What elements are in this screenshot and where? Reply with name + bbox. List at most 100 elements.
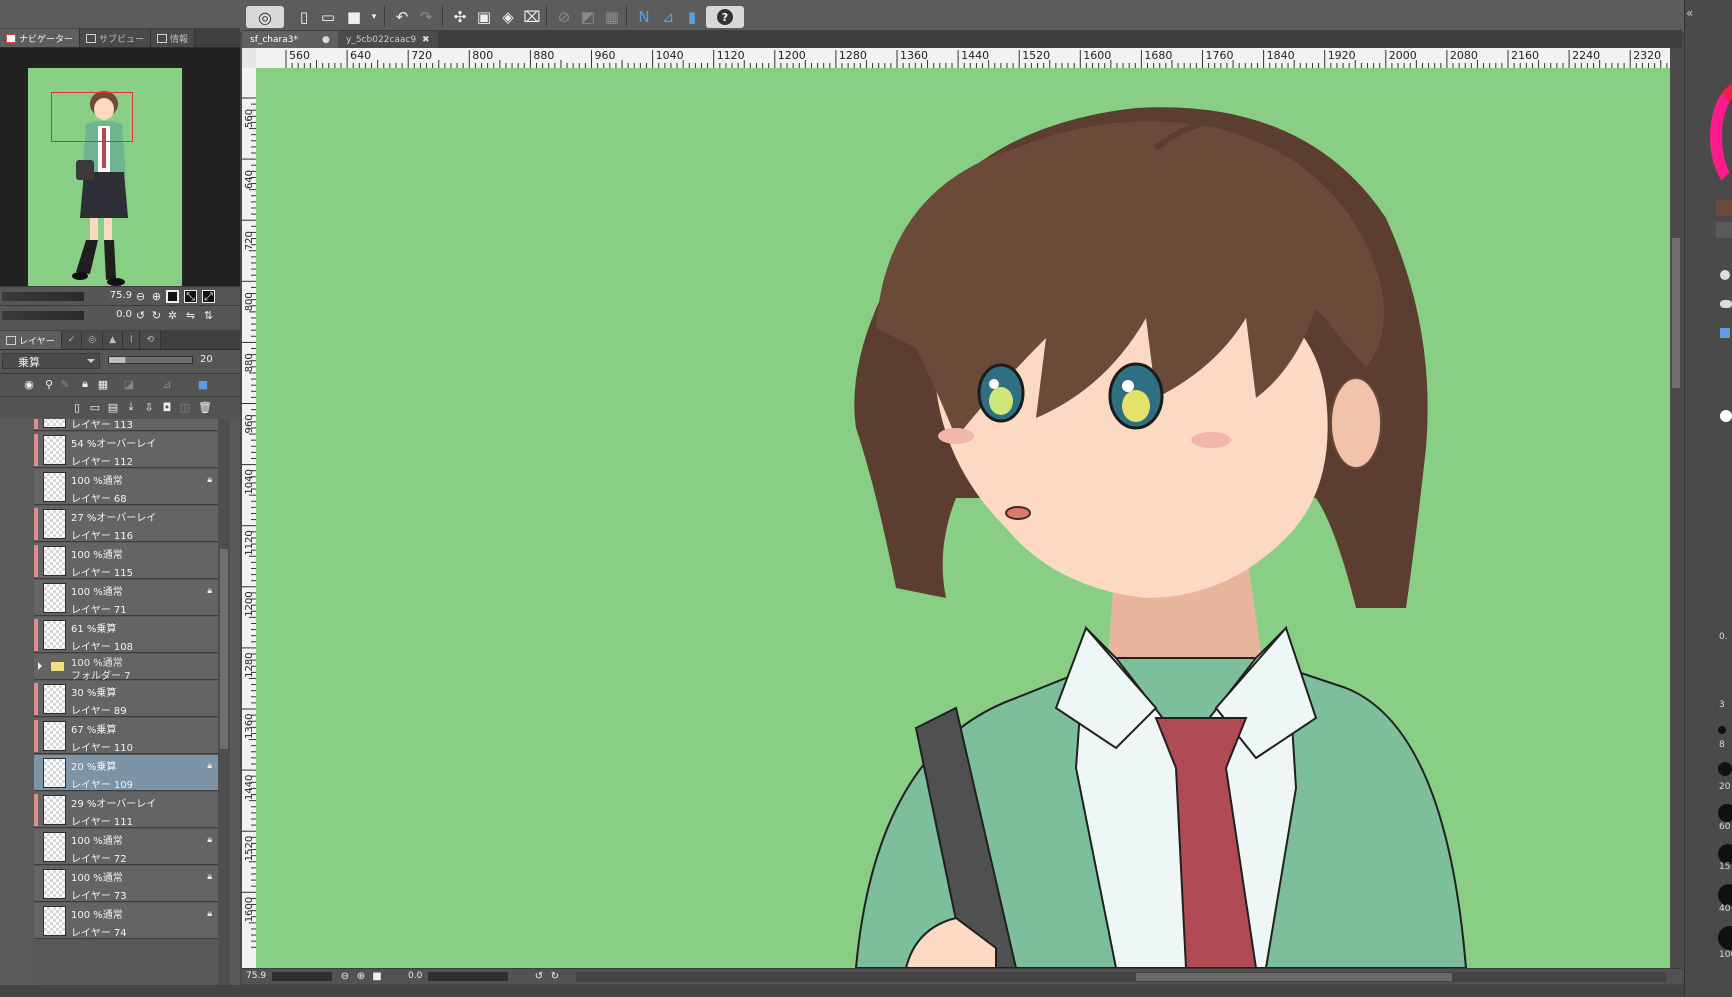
brush-size-label[interactable]: 100 [1719, 950, 1732, 960]
reset-rotate-icon[interactable]: ✲ [166, 309, 179, 322]
brush-size-label[interactable]: 8 [1719, 740, 1725, 750]
status-zoom-out-icon[interactable]: ⊖ [338, 969, 352, 983]
snap-special-ruler-icon[interactable]: ⊿ [656, 5, 680, 28]
folder-expand-icon[interactable] [38, 662, 46, 670]
rotate-slider[interactable] [2, 311, 84, 320]
tab-history[interactable]: ⟲ [140, 331, 162, 349]
tab-tool-property[interactable]: ◎ [82, 331, 104, 349]
grid-icon[interactable]: ▦ [600, 5, 624, 28]
layer-row[interactable]: 54 %オーバーレイ レイヤー 112 [34, 432, 218, 468]
layer-color-icon[interactable]: ■ [196, 377, 210, 391]
layer-row[interactable]: 30 %乗算 レイヤー 89 [34, 681, 218, 717]
layer-lock-icon[interactable]: 🔒︎ [207, 835, 212, 845]
rotate-right-icon[interactable]: ↻ [150, 309, 163, 322]
layer-row[interactable]: 27 %オーバーレイ レイヤー 116 [34, 506, 218, 542]
ruler-show-icon[interactable]: ⊘ [552, 5, 576, 28]
status-zoom-in-icon[interactable]: ⊕ [354, 969, 368, 983]
mask-icon[interactable]: ◪ [122, 377, 136, 391]
layer-row[interactable]: 100 %通常 レイヤー 68 🔒︎ [34, 469, 218, 505]
layer-lock-icon[interactable]: 🔒︎ [207, 586, 212, 596]
drawing-canvas[interactable] [256, 68, 1670, 968]
layer-row[interactable]: 67 %乗算 レイヤー 110 [34, 718, 218, 754]
brush-size-dot[interactable] [1718, 804, 1732, 822]
layer-list-scrollbar[interactable] [218, 419, 230, 997]
draft-layer-icon[interactable]: ✎ [58, 377, 72, 391]
navigator-view-frame[interactable] [51, 92, 133, 142]
transform-icon[interactable]: ⌧ [520, 5, 544, 28]
ruler-layer-icon[interactable]: ⊿ [160, 377, 174, 391]
fill-selection-icon[interactable]: ▣ [472, 5, 496, 28]
transfer-down-icon[interactable]: ⤓ [124, 400, 138, 414]
reference-layer-icon[interactable]: ⚲ [42, 377, 56, 391]
opacity-slider[interactable] [108, 356, 193, 364]
brush-size-label[interactable]: 20 [1719, 782, 1730, 792]
close-icon[interactable]: ✖ [422, 35, 430, 45]
bucket-fill-icon[interactable]: ◈ [496, 5, 520, 28]
merge-down-icon[interactable]: ⇩ [142, 400, 156, 414]
tab-modified-icon[interactable]: ● [322, 35, 330, 45]
pen-tool-icon[interactable] [1720, 328, 1730, 338]
redo-icon[interactable]: ↷ [414, 5, 438, 28]
new-vector-layer-icon[interactable]: ▭ [88, 400, 102, 414]
delete-layer-icon[interactable]: 🗑︎ [198, 400, 212, 414]
tab-document-sf-chara3[interactable]: sf_chara3* ● [242, 31, 338, 48]
rotate-left-icon[interactable]: ↺ [134, 309, 147, 322]
brush-preview-icon[interactable] [1720, 410, 1732, 422]
tab-info[interactable]: 情報 [151, 29, 196, 47]
blend-mode-select[interactable]: 乗算 [2, 353, 100, 369]
create-mask-icon[interactable]: ◘ [160, 400, 174, 414]
clear-icon[interactable]: ✣ [448, 5, 472, 28]
save-dropdown-icon[interactable]: ▾ [362, 5, 386, 28]
brush-size-label[interactable]: 15 [1719, 862, 1730, 872]
snap-grid-icon[interactable]: ▮ [680, 5, 704, 28]
open-file-icon[interactable]: ▭ [316, 5, 340, 28]
apply-mask-icon[interactable]: ◫ [178, 400, 192, 414]
brush-size-label[interactable]: 3 [1719, 700, 1725, 710]
status-rotate-right-icon[interactable]: ↻ [548, 969, 562, 983]
canvas-vertical-scrollbar[interactable] [1670, 48, 1682, 968]
lock-transparency-icon[interactable]: ▦ [96, 377, 110, 391]
layer-row[interactable]: 100 %通常 レイヤー 73 🔒︎ [34, 866, 218, 902]
brush-size-dot[interactable] [1718, 844, 1732, 864]
tab-material[interactable]: ⌇ [123, 331, 141, 349]
tab-layer-property[interactable]: ✓ [61, 331, 83, 349]
folder-row[interactable]: 100 %通常 フォルダー 7 [34, 654, 218, 682]
flip-vertical-icon[interactable]: ⇅ [202, 309, 215, 322]
layer-lock-icon[interactable]: 🔒︎ [207, 872, 212, 882]
layer-lock-icon[interactable]: 🔒︎ [207, 761, 212, 771]
layer-lock-icon[interactable]: 🔒︎ [207, 475, 212, 485]
new-raster-layer-icon[interactable]: ▯ [70, 400, 84, 414]
clip-studio-logo-icon[interactable]: ◎ [246, 6, 284, 28]
layer-row-selected[interactable]: 20 %乗算 レイヤー 109 🔒︎ [34, 755, 218, 791]
lock-layer-icon[interactable]: 🔒︎ [78, 377, 92, 391]
fit-screen-icon[interactable]: ⤡ [184, 290, 197, 303]
tab-document-y-5cb022[interactable]: y_5cb022caac9 ✖ [338, 31, 438, 48]
status-zoom-slider[interactable] [272, 972, 332, 981]
new-folder-icon[interactable]: ▤ [106, 400, 120, 414]
help-button[interactable]: ? [706, 6, 744, 28]
zoom-out-icon[interactable]: ⊖ [134, 290, 147, 303]
layer-row[interactable]: 29 %オーバーレイ レイヤー 111 [34, 792, 218, 828]
ruler-edit-icon[interactable]: ◩ [576, 5, 600, 28]
layer-row[interactable]: 100 %通常 レイヤー 72 🔒︎ [34, 829, 218, 865]
collapse-dock-icon[interactable]: « [1686, 6, 1693, 20]
clipping-icon[interactable]: ◉ [22, 377, 36, 391]
ruler-vertical[interactable]: 560 640 720 800 880 960 1040 1120 1200 1280 1360 14… [242, 68, 256, 968]
layer-row[interactable]: 100 %通常 レイヤー 74 🔒︎ [34, 903, 218, 939]
ruler-horizontal[interactable]: 560 640 720 800 880 960 1040 1120 1200 1280 1360 14… [256, 48, 1670, 68]
brush-size-label[interactable]: 40 [1719, 904, 1730, 914]
tab-layer[interactable]: レイヤー [0, 331, 62, 349]
status-rotate-left-icon[interactable]: ↺ [532, 969, 546, 983]
snap-ruler-icon[interactable]: N [632, 5, 656, 28]
status-actual-size-icon[interactable]: ■ [370, 969, 384, 983]
sub-color-swatch[interactable] [1716, 222, 1732, 238]
layer-row[interactable]: 100 %通常 レイヤー 115 [34, 543, 218, 579]
flip-horizontal-icon[interactable]: ⇋ [184, 309, 197, 322]
tab-layer-search[interactable]: ▲ [103, 331, 124, 349]
tab-navigator[interactable]: ナビゲーター [0, 29, 81, 47]
brush-size-label[interactable]: 0. [1719, 632, 1728, 642]
main-color-swatch[interactable] [1716, 200, 1732, 216]
tool-option-icon[interactable] [1720, 270, 1730, 280]
canvas-horizontal-scrollbar[interactable] [576, 972, 1666, 982]
fit-navigator-icon[interactable]: ⤢ [202, 290, 215, 303]
